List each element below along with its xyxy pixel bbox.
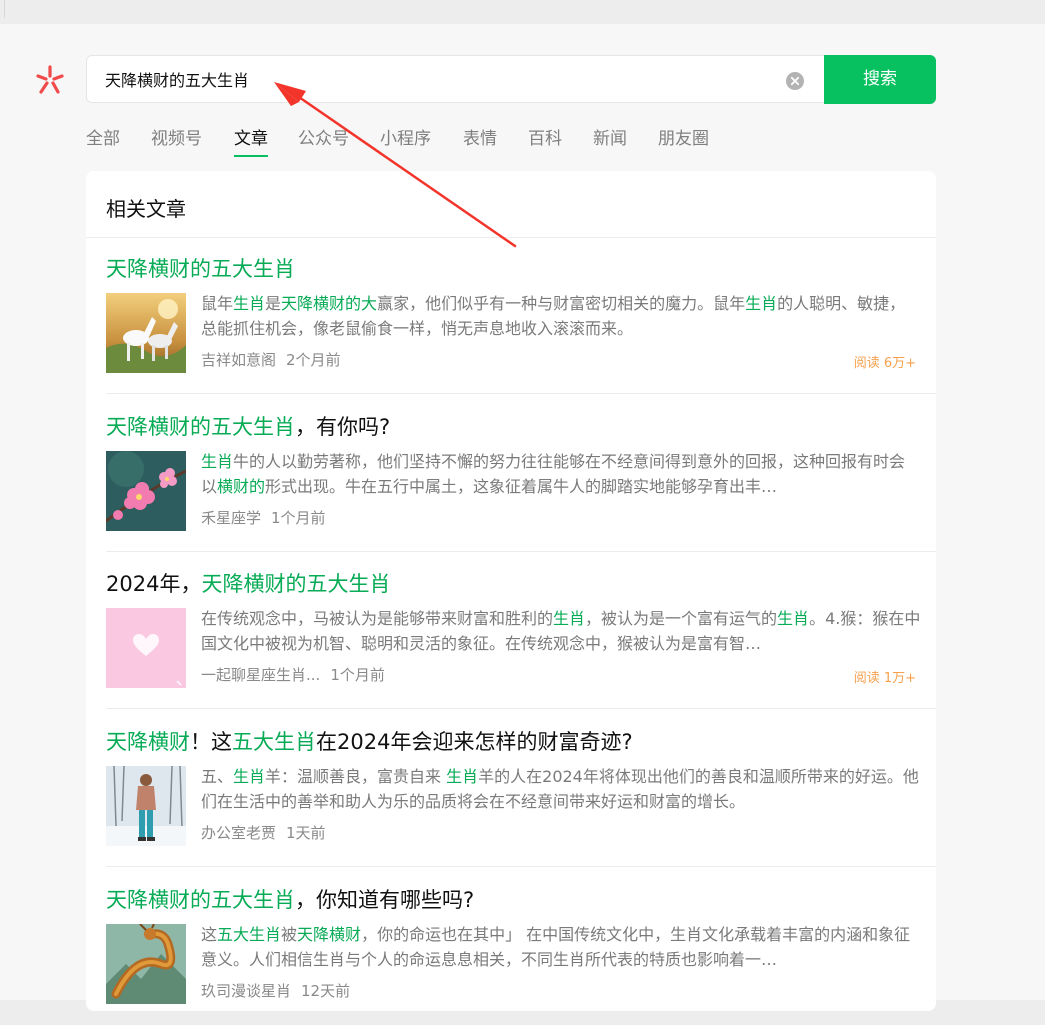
result-meta: 玖司漫谈星肖 12天前 <box>201 980 350 1001</box>
result-meta: 办公室老贾 1天前 <box>201 822 326 843</box>
result-item[interactable]: 天降横财的五大生肖，你知道有哪些吗? 这五大生肖被天降横财，你的命运也在其中」 在… <box>106 868 936 1025</box>
result-time: 1天前 <box>286 824 326 842</box>
result-source[interactable]: 一起聊星座生肖... <box>201 666 320 684</box>
search-box <box>86 55 824 103</box>
result-source[interactable]: 办公室老贾 <box>201 824 276 842</box>
snow-person-image[interactable] <box>106 766 186 846</box>
divider <box>106 708 936 709</box>
desc-text: 形式出现。牛在五行中属土，这象征着属牛人的脚踏实地能够孕育出丰… <box>265 477 778 496</box>
result-title[interactable]: 2024年，天降横财的五大生肖 <box>106 568 390 598</box>
title-text: ，有你吗? <box>295 415 391 439</box>
tab-1[interactable]: 视频号 <box>151 124 202 149</box>
result-meta: 禾星座学 1个月前 <box>201 507 326 528</box>
result-item[interactable]: 2024年，天降横财的五大生肖 在传统观念中，马被认为是能够带来财富和胜利的生肖，… <box>106 552 936 709</box>
result-title[interactable]: 天降横财的五大生肖，有你吗? <box>106 411 390 441</box>
result-meta: 一起聊星座生肖... 1个月前 <box>201 664 385 685</box>
desc-highlight: 天降横财的大 <box>281 294 378 313</box>
desc-highlight: 生肖 <box>446 767 479 786</box>
result-item[interactable]: 天降横财！这五大生肖在2024年会迎来怎样的财富奇迹? 五、生肖羊：温顺善良，富贵… <box>106 710 936 867</box>
title-text: ！这 <box>190 730 232 754</box>
desc-highlight: 生肖 <box>201 452 234 471</box>
tab-7[interactable]: 新闻 <box>593 124 627 149</box>
section-title: 相关文章 <box>106 197 186 221</box>
desc-text: 是 <box>265 294 282 313</box>
desc-text: ，被认为是一个富有运气的 <box>585 609 778 628</box>
divider <box>106 866 936 867</box>
result-description: 五、生肖羊：温顺善良，富贵自来 生肖羊的人在2024年将体现出他们的善良和温顺所… <box>201 764 921 814</box>
title-highlight: 五大生肖 <box>232 730 316 754</box>
search-logo-icon <box>36 65 64 94</box>
result-description: 在传统观念中，马被认为是能够带来财富和胜利的生肖，被认为是一个富有运气的生肖。4… <box>201 606 921 656</box>
desc-highlight: 生肖 <box>777 609 810 628</box>
white-horses-image[interactable] <box>106 293 186 373</box>
tab-0[interactable]: 全部 <box>86 124 120 149</box>
tab-6[interactable]: 百科 <box>528 124 562 149</box>
dragon-image[interactable] <box>106 924 186 1004</box>
result-source[interactable]: 吉祥如意阁 <box>201 351 276 369</box>
desc-highlight: 生肖 <box>233 767 266 786</box>
divider <box>106 393 936 394</box>
search-button[interactable]: 搜索 <box>824 55 936 104</box>
desc-text: 五、 <box>201 767 234 786</box>
title-text: 在2024年会迎来怎样的财富奇迹? <box>316 730 633 754</box>
desc-highlight: 五大生肖 <box>217 925 282 944</box>
result-title[interactable]: 天降横财！这五大生肖在2024年会迎来怎样的财富奇迹? <box>106 726 633 756</box>
result-source[interactable]: 禾星座学 <box>201 509 261 527</box>
desc-text: 被 <box>281 925 298 944</box>
title-highlight: 天降横财的五大生肖 <box>201 572 391 596</box>
desc-highlight: 生肖 <box>553 609 586 628</box>
desc-text: 鼠年 <box>201 294 234 313</box>
desc-highlight: 生肖 <box>745 294 778 313</box>
result-description: 这五大生肖被天降横财，你的命运也在其中」 在中国传统文化中，生肖文化承载着丰富的… <box>201 922 921 972</box>
search-input[interactable] <box>105 56 765 102</box>
tab-5[interactable]: 表情 <box>463 124 497 149</box>
pink-blossom-image[interactable] <box>106 451 186 531</box>
result-time: 2个月前 <box>286 351 341 369</box>
result-source[interactable]: 玖司漫谈星肖 <box>201 982 291 1000</box>
title-highlight: 天降横财的五大生肖 <box>106 257 295 281</box>
result-time: 1个月前 <box>330 666 385 684</box>
result-item[interactable]: 天降横财的五大生肖，有你吗? 生肖牛的人以勤劳著称，他们坚持不懈的努力往往能够在不… <box>106 395 936 552</box>
result-meta: 吉祥如意阁 2个月前 <box>201 349 341 370</box>
desc-text: 羊：温顺善良，富贵自来 <box>265 767 447 786</box>
result-description: 生肖牛的人以勤劳著称，他们坚持不懈的努力往往能够在不经意间得到意外的回报，这种回… <box>201 449 921 499</box>
clear-icon[interactable] <box>786 72 804 90</box>
title-text: 2024年， <box>106 572 202 596</box>
results-card: 相关文章 天降横财的五大生肖 鼠年生肖是天降横财的大赢家，他们似乎有一种与财富密切… <box>86 171 936 1011</box>
tab-4[interactable]: 小程序 <box>380 124 431 149</box>
desc-highlight: 生肖 <box>233 294 266 313</box>
desc-text: 在传统观念中，马被认为是能够带来财富和胜利的 <box>201 609 554 628</box>
title-highlight: 天降横财 <box>106 730 190 754</box>
desc-highlight: 天降横财 <box>297 925 362 944</box>
title-text: ，你知道有哪些吗? <box>295 888 475 912</box>
title-highlight: 天降横财的五大生肖 <box>106 415 295 439</box>
result-item[interactable]: 天降横财的五大生肖 鼠年生肖是天降横财的大赢家，他们似乎有一种与财富密切相关的魔力… <box>106 237 936 394</box>
result-time: 12天前 <box>301 982 351 1000</box>
desc-text: 这 <box>201 925 218 944</box>
tab-3[interactable]: 公众号 <box>298 124 349 149</box>
top-bar-divider <box>0 0 5 18</box>
result-description: 鼠年生肖是天降横财的大赢家，他们似乎有一种与财富密切相关的魔力。鼠年生肖的人聪明… <box>201 291 921 341</box>
read-count: 阅读 6万+ <box>853 356 916 371</box>
desc-highlight: 横财的 <box>217 477 266 496</box>
browser-top-bar <box>0 0 1045 24</box>
tab-8[interactable]: 朋友圈 <box>658 124 709 149</box>
pink-heart-image[interactable] <box>106 608 186 688</box>
title-highlight: 天降横财的五大生肖 <box>106 888 295 912</box>
desc-text: 赢家，他们似乎有一种与财富密切相关的魔力。鼠年 <box>377 294 746 313</box>
result-time: 1个月前 <box>271 509 326 527</box>
result-title[interactable]: 天降横财的五大生肖，你知道有哪些吗? <box>106 884 474 914</box>
read-count: 阅读 1万+ <box>853 671 916 686</box>
result-title[interactable]: 天降横财的五大生肖 <box>106 253 295 283</box>
tab-2[interactable]: 文章 <box>234 124 268 157</box>
